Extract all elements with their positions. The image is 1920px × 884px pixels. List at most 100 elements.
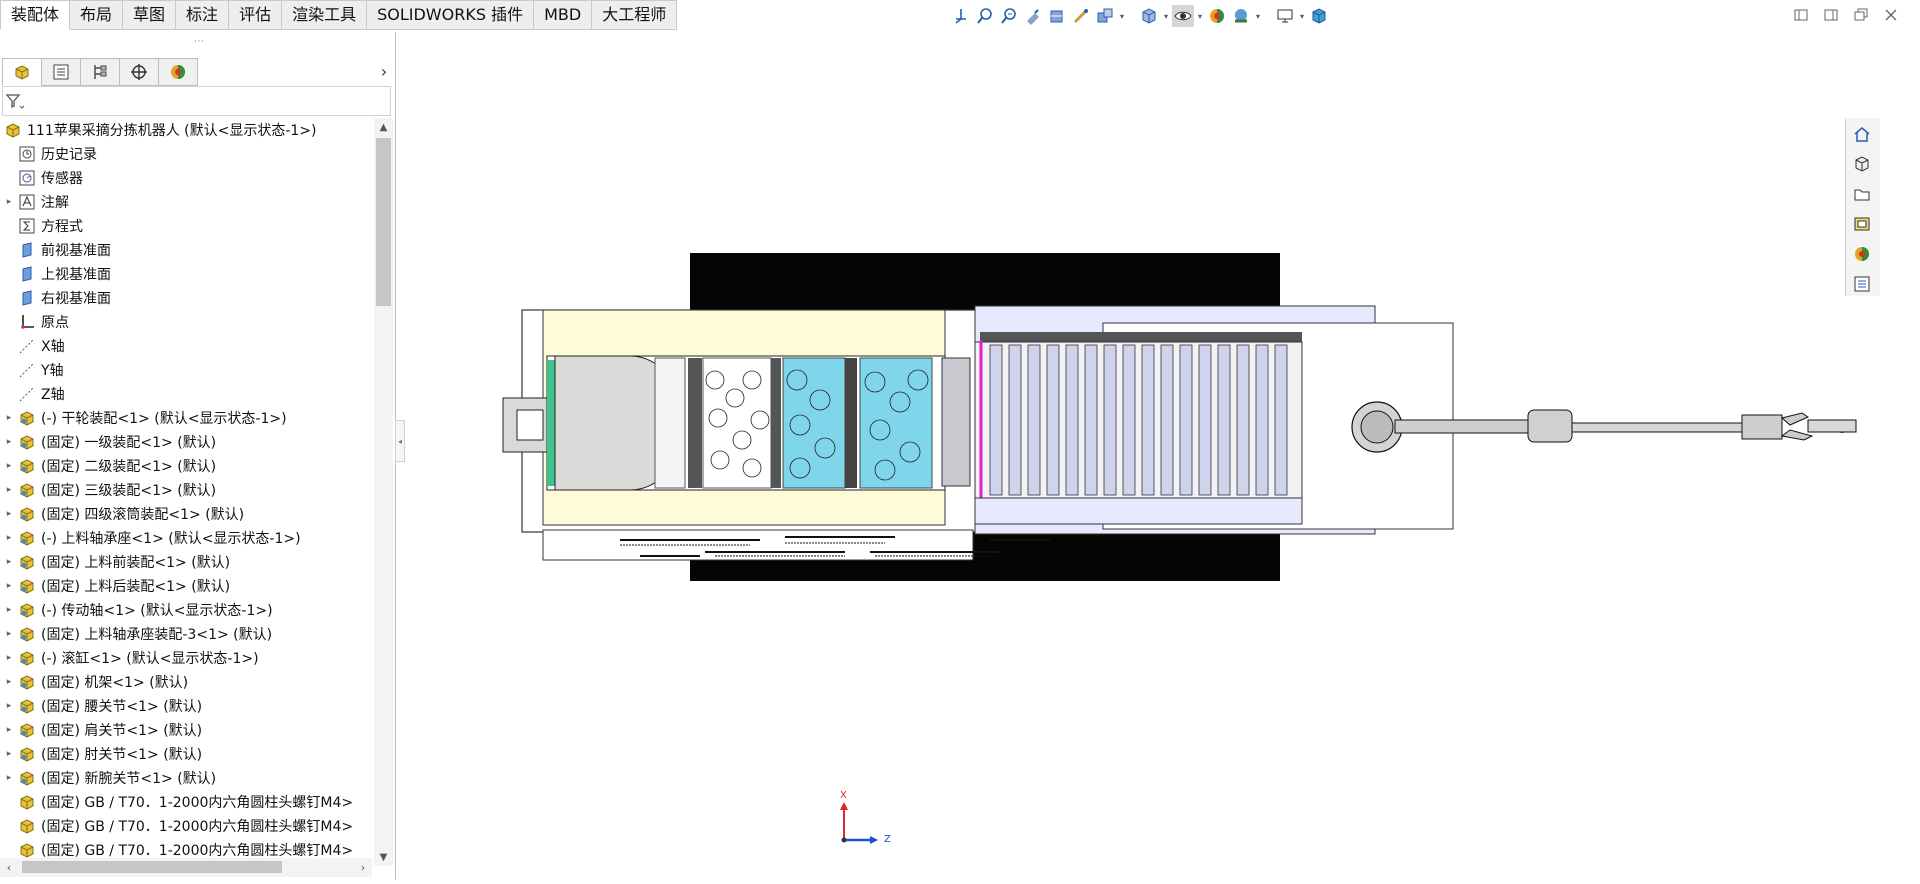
- hide-show-dropdown-icon[interactable]: ▾: [1196, 5, 1204, 27]
- scroll-left-arrow[interactable]: ‹: [0, 858, 18, 877]
- display-monitor-icon[interactable]: [1274, 5, 1296, 27]
- tree-filter-bar[interactable]: [2, 86, 391, 116]
- tree-root-item[interactable]: 111苹果采摘分拣机器人 (默认<显示状态-1>): [0, 118, 372, 142]
- tree-item[interactable]: 传感器: [0, 166, 372, 190]
- tab-8[interactable]: 大工程师: [592, 0, 678, 30]
- previous-view-icon[interactable]: [1022, 5, 1044, 27]
- display-style-cube-icon[interactable]: [1308, 5, 1330, 27]
- edit-appearance-icon[interactable]: [1206, 5, 1228, 27]
- tree-vertical-scrollbar[interactable]: ▲ ▼: [374, 118, 393, 866]
- restore-window-icon[interactable]: [1852, 6, 1870, 24]
- tree-item[interactable]: ▸ (-) 干轮装配<1> (默认<显示状态-1>): [0, 406, 372, 430]
- expand-arrow-icon[interactable]: ▸: [0, 749, 18, 759]
- solidworks-resources-home-icon[interactable]: [1846, 120, 1878, 148]
- tree-item[interactable]: ▸ (-) 滚缸<1> (默认<显示状态-1>): [0, 646, 372, 670]
- design-library-icon[interactable]: [1846, 150, 1878, 178]
- apply-scene-dropdown-icon[interactable]: ▾: [1254, 5, 1262, 27]
- view-orientation-cube-icon[interactable]: [1138, 5, 1160, 27]
- tree-item[interactable]: ▸ (-) 传动轴<1> (默认<显示状态-1>): [0, 598, 372, 622]
- display-dropdown-icon[interactable]: ▾: [1298, 5, 1306, 27]
- expand-arrow-icon[interactable]: ▸: [0, 653, 18, 663]
- tree-item[interactable]: ▸ (固定) 肘关节<1> (默认): [0, 742, 372, 766]
- tree-item[interactable]: ▸ (固定) 上料后装配<1> (默认): [0, 574, 372, 598]
- tab-4[interactable]: 评估: [229, 0, 283, 30]
- expand-arrow-icon[interactable]: ▸: [0, 413, 18, 423]
- tree-item[interactable]: ▸ 注解: [0, 190, 372, 214]
- tree-item[interactable]: ▸ (固定) 二级装配<1> (默认): [0, 454, 372, 478]
- tab-5[interactable]: 渲染工具: [282, 0, 368, 30]
- tree-item[interactable]: (固定) GB / T70．1-2000内六角圆柱头螺钉M4>: [0, 814, 372, 838]
- tree-item[interactable]: ▸ (固定) 四级滚筒装配<1> (默认): [0, 502, 372, 526]
- tree-item[interactable]: Y轴: [0, 358, 372, 382]
- zoom-to-fit-icon[interactable]: [974, 5, 996, 27]
- tree-item[interactable]: ▸ (固定) 机架<1> (默认): [0, 670, 372, 694]
- tree-item[interactable]: 上视基准面: [0, 262, 372, 286]
- feature-manager-tab[interactable]: [2, 58, 42, 86]
- apply-scene-icon[interactable]: [1230, 5, 1252, 27]
- tree-item[interactable]: ▸ (固定) 三级装配<1> (默认): [0, 478, 372, 502]
- expand-arrow-icon[interactable]: ▸: [0, 461, 18, 471]
- tree-item[interactable]: 前视基准面: [0, 238, 372, 262]
- display-manager-tab[interactable]: [159, 58, 198, 86]
- tab-7[interactable]: MBD: [534, 0, 593, 30]
- scroll-thumb-horizontal[interactable]: [22, 861, 282, 873]
- scroll-thumb[interactable]: [376, 138, 391, 306]
- tab-0[interactable]: 装配体: [0, 0, 71, 30]
- scroll-down-arrow[interactable]: ▼: [374, 848, 393, 866]
- expand-arrow-icon[interactable]: ▸: [0, 485, 18, 495]
- tab-6[interactable]: SOLIDWORKS 插件: [367, 0, 535, 30]
- tile-right-icon[interactable]: [1822, 6, 1840, 24]
- tree-item[interactable]: ▸ (固定) 一级装配<1> (默认): [0, 430, 372, 454]
- tree-item[interactable]: 方程式: [0, 214, 372, 238]
- scroll-right-arrow[interactable]: ›: [354, 858, 372, 877]
- view-orientation-icon[interactable]: [950, 5, 972, 27]
- expand-arrow-icon[interactable]: ▸: [0, 581, 18, 591]
- section-view-icon[interactable]: [1046, 5, 1068, 27]
- panel-grip[interactable]: ⋯: [194, 36, 204, 47]
- scroll-up-arrow[interactable]: ▲: [374, 118, 393, 136]
- tree-horizontal-scrollbar[interactable]: ‹ ›: [0, 858, 372, 877]
- tree-item[interactable]: ▸ (固定) 肩关节<1> (默认): [0, 718, 372, 742]
- tree-item[interactable]: ▸ (固定) 上料轴承座装配-3<1> (默认): [0, 622, 372, 646]
- tree-item[interactable]: ▸ (-) 上料轴承座<1> (默认<显示状态-1>): [0, 526, 372, 550]
- tab-1[interactable]: 布局: [70, 0, 124, 30]
- view-palette-icon[interactable]: [1846, 210, 1878, 238]
- tree-item[interactable]: 原点: [0, 310, 372, 334]
- expand-arrow-icon[interactable]: ▸: [0, 437, 18, 447]
- expand-arrow-icon[interactable]: ▸: [0, 701, 18, 711]
- configuration-manager-tab[interactable]: [81, 58, 120, 86]
- expand-arrow-icon[interactable]: ▸: [0, 605, 18, 615]
- tree-item[interactable]: ▸ (固定) 腰关节<1> (默认): [0, 694, 372, 718]
- appearances-scenes-icon[interactable]: [1846, 240, 1878, 268]
- expand-arrow-icon[interactable]: ▸: [0, 677, 18, 687]
- expand-arrow-icon[interactable]: ▸: [0, 533, 18, 543]
- view-setting-dropdown-icon[interactable]: ▾: [1118, 5, 1126, 27]
- tile-left-icon[interactable]: [1792, 6, 1810, 24]
- dimxpert-manager-tab[interactable]: [120, 58, 159, 86]
- graphics-viewport[interactable]: X Z: [396, 32, 1880, 880]
- expand-arrow-icon[interactable]: ▸: [0, 725, 18, 735]
- tree-item[interactable]: 历史记录: [0, 142, 372, 166]
- expand-arrow-icon[interactable]: ▸: [0, 509, 18, 519]
- tree-item[interactable]: 右视基准面: [0, 286, 372, 310]
- zoom-to-area-icon[interactable]: [998, 5, 1020, 27]
- property-manager-tab[interactable]: [42, 58, 81, 86]
- dynamic-annotation-icon[interactable]: [1070, 5, 1092, 27]
- tab-3[interactable]: 标注: [176, 0, 230, 30]
- expand-arrow-icon[interactable]: ▸: [0, 197, 18, 207]
- close-window-icon[interactable]: [1882, 6, 1900, 24]
- hide-show-items-eye-icon[interactable]: [1172, 5, 1194, 27]
- file-explorer-folder-icon[interactable]: [1846, 180, 1878, 208]
- custom-properties-icon[interactable]: [1846, 270, 1878, 298]
- expand-arrow-icon[interactable]: ▸: [0, 557, 18, 567]
- expand-arrow-icon[interactable]: ▸: [0, 773, 18, 783]
- tree-item[interactable]: ▸ (固定) 新腕关节<1> (默认): [0, 766, 372, 790]
- tab-2[interactable]: 草图: [123, 0, 177, 30]
- tree-item[interactable]: ▸ (固定) 上料前装配<1> (默认): [0, 550, 372, 574]
- view-setting-icon[interactable]: [1094, 5, 1116, 27]
- expand-arrow-icon[interactable]: ▸: [0, 629, 18, 639]
- panel-expand-arrow[interactable]: ›: [376, 60, 392, 82]
- tree-item[interactable]: X轴: [0, 334, 372, 358]
- tree-item[interactable]: (固定) GB / T70．1-2000内六角圆柱头螺钉M4>: [0, 790, 372, 814]
- tree-item[interactable]: Z轴: [0, 382, 372, 406]
